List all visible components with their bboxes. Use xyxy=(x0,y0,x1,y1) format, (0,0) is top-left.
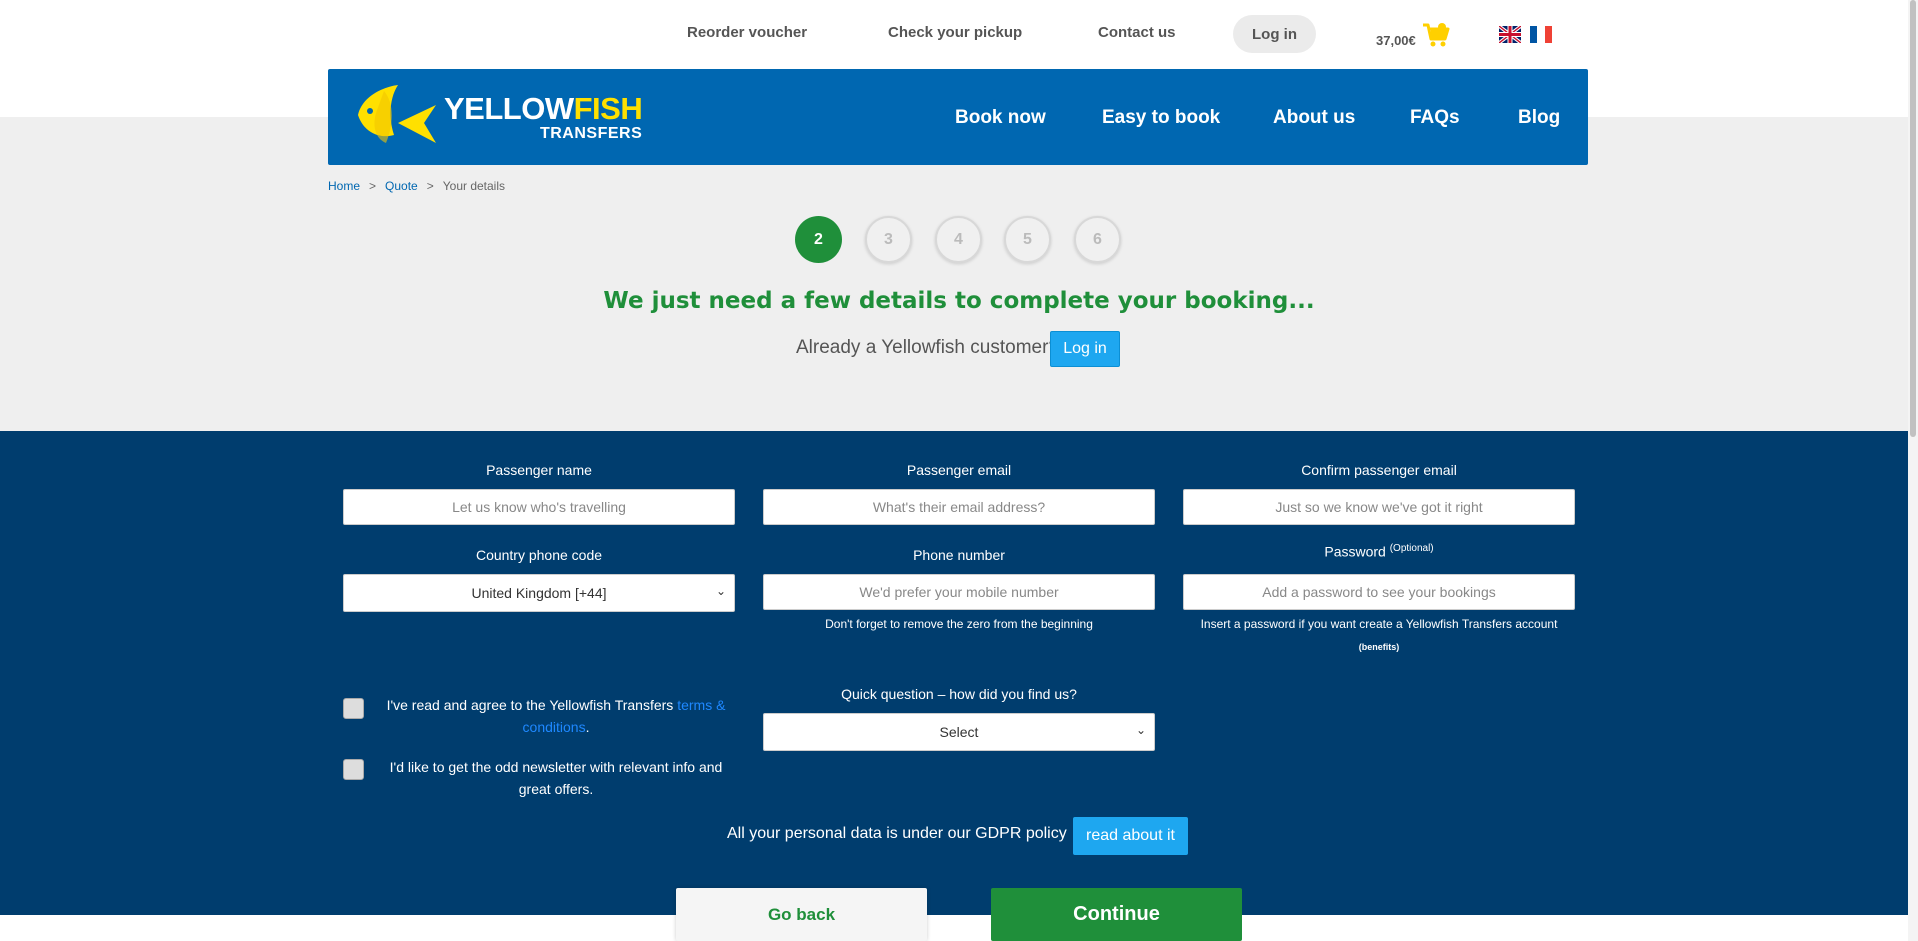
passenger-name-input[interactable]: Let us know who's travelling xyxy=(343,489,735,525)
passenger-email-label: Passenger email xyxy=(906,462,1012,478)
country-code-value: United Kingdom [+44] xyxy=(471,585,607,601)
hero-login-button[interactable]: Log in xyxy=(1050,331,1120,367)
yellowfish-logo[interactable]: YELLOWFISH TRANSFERS xyxy=(354,83,643,151)
breadcrumb-home[interactable]: Home xyxy=(328,179,360,193)
password-hint-text: Insert a password if you want create a Y… xyxy=(1200,617,1558,631)
step-6: 6 xyxy=(1074,216,1121,263)
nav-easy-to-book[interactable]: Easy to book xyxy=(1102,107,1220,129)
password-optional-text: (Optional) xyxy=(1389,543,1434,554)
scrollbar-thumb[interactable] xyxy=(1910,0,1916,437)
password-label: Password (Optional) xyxy=(1183,543,1575,560)
how-found-label: Quick question – how did you find us? xyxy=(841,686,1077,702)
check-pickup-link[interactable]: Check your pickup xyxy=(888,24,1022,41)
page-headline: We just need a few details to complete y… xyxy=(603,288,1315,314)
logo-word-yellow: YELLOW xyxy=(444,90,574,126)
already-customer-text: Already a Yellowfish customer? xyxy=(796,337,1059,358)
password-label-text: Password xyxy=(1324,543,1386,560)
top-utility-bar: Reorder voucher Check your pickup Contac… xyxy=(0,0,1918,68)
step-2-active: 2 xyxy=(795,216,842,263)
step-5: 5 xyxy=(1004,216,1051,263)
step-4: 4 xyxy=(935,216,982,263)
how-found-value: Select xyxy=(939,724,979,740)
cart-amount: 37,00€ xyxy=(1376,32,1416,48)
fish-logo-icon xyxy=(358,85,436,143)
passenger-email-input[interactable]: What's their email address? xyxy=(763,489,1155,525)
breadcrumb-quote[interactable]: Quote xyxy=(385,179,418,193)
gdpr-text: All your personal data is under our GDPR… xyxy=(727,825,1067,842)
password-input[interactable]: Add a password to see your bookings xyxy=(1183,574,1575,610)
phone-label: Phone number xyxy=(913,547,1005,563)
uk-flag-icon[interactable] xyxy=(1499,26,1521,43)
confirm-email-input[interactable]: Just so we know we've got it right xyxy=(1183,489,1575,525)
step-3: 3 xyxy=(865,216,912,263)
cart-icon xyxy=(1422,23,1450,47)
cart-button[interactable]: 37,00€ xyxy=(1376,22,1450,48)
main-header: YELLOWFISH TRANSFERS Book now Easy to bo… xyxy=(328,69,1588,165)
chevron-down-icon: ⌄ xyxy=(715,584,726,598)
continue-button[interactable]: Continue xyxy=(991,888,1242,941)
phone-input[interactable]: We'd prefer your mobile number xyxy=(763,574,1155,610)
nav-about-us[interactable]: About us xyxy=(1273,107,1355,129)
chevron-down-icon: ⌄ xyxy=(1135,723,1146,737)
newsletter-text: I'd like to get the odd newsletter with … xyxy=(389,759,723,797)
terms-text: I've read and agree to the Yellowfish Tr… xyxy=(378,694,734,738)
breadcrumb-separator: > xyxy=(369,179,377,193)
go-back-button[interactable]: Go back xyxy=(676,888,927,941)
breadcrumb-separator: > xyxy=(426,179,434,193)
top-login-button[interactable]: Log in xyxy=(1233,15,1316,53)
logo-word-transfers: TRANSFERS xyxy=(539,124,643,142)
passenger-name-label: Passenger name xyxy=(486,462,592,478)
phone-hint: Don't forget to remove the zero from the… xyxy=(825,617,1093,631)
terms-text-end: . xyxy=(585,719,590,735)
nav-book-now[interactable]: Book now xyxy=(955,107,1046,129)
terms-text-main: I've read and agree to the Yellowfish Tr… xyxy=(386,697,674,713)
terms-checkbox[interactable] xyxy=(343,698,364,719)
breadcrumb: Home > Quote > Your details xyxy=(328,179,505,193)
newsletter-checkbox[interactable] xyxy=(343,759,364,780)
fr-flag-icon[interactable] xyxy=(1530,26,1552,43)
nav-faqs[interactable]: FAQs xyxy=(1410,107,1460,129)
contact-us-link[interactable]: Contact us xyxy=(1098,24,1176,41)
nav-blog[interactable]: Blog xyxy=(1518,107,1560,129)
password-hint: Insert a password if you want create a Y… xyxy=(1183,613,1575,658)
country-code-label: Country phone code xyxy=(475,547,603,563)
logo-word-fish: FISH xyxy=(573,90,643,126)
how-found-select[interactable]: Select ⌄ xyxy=(763,713,1155,751)
reorder-voucher-link[interactable]: Reorder voucher xyxy=(687,24,807,41)
country-code-select[interactable]: United Kingdom [+44] ⌄ xyxy=(343,574,735,612)
page-scrollbar[interactable] xyxy=(1908,0,1918,941)
benefits-link[interactable]: (benefits) xyxy=(1359,642,1400,652)
confirm-email-label: Confirm passenger email xyxy=(1301,462,1457,478)
gdpr-read-button[interactable]: read about it xyxy=(1073,817,1188,855)
breadcrumb-current: Your details xyxy=(442,179,506,193)
